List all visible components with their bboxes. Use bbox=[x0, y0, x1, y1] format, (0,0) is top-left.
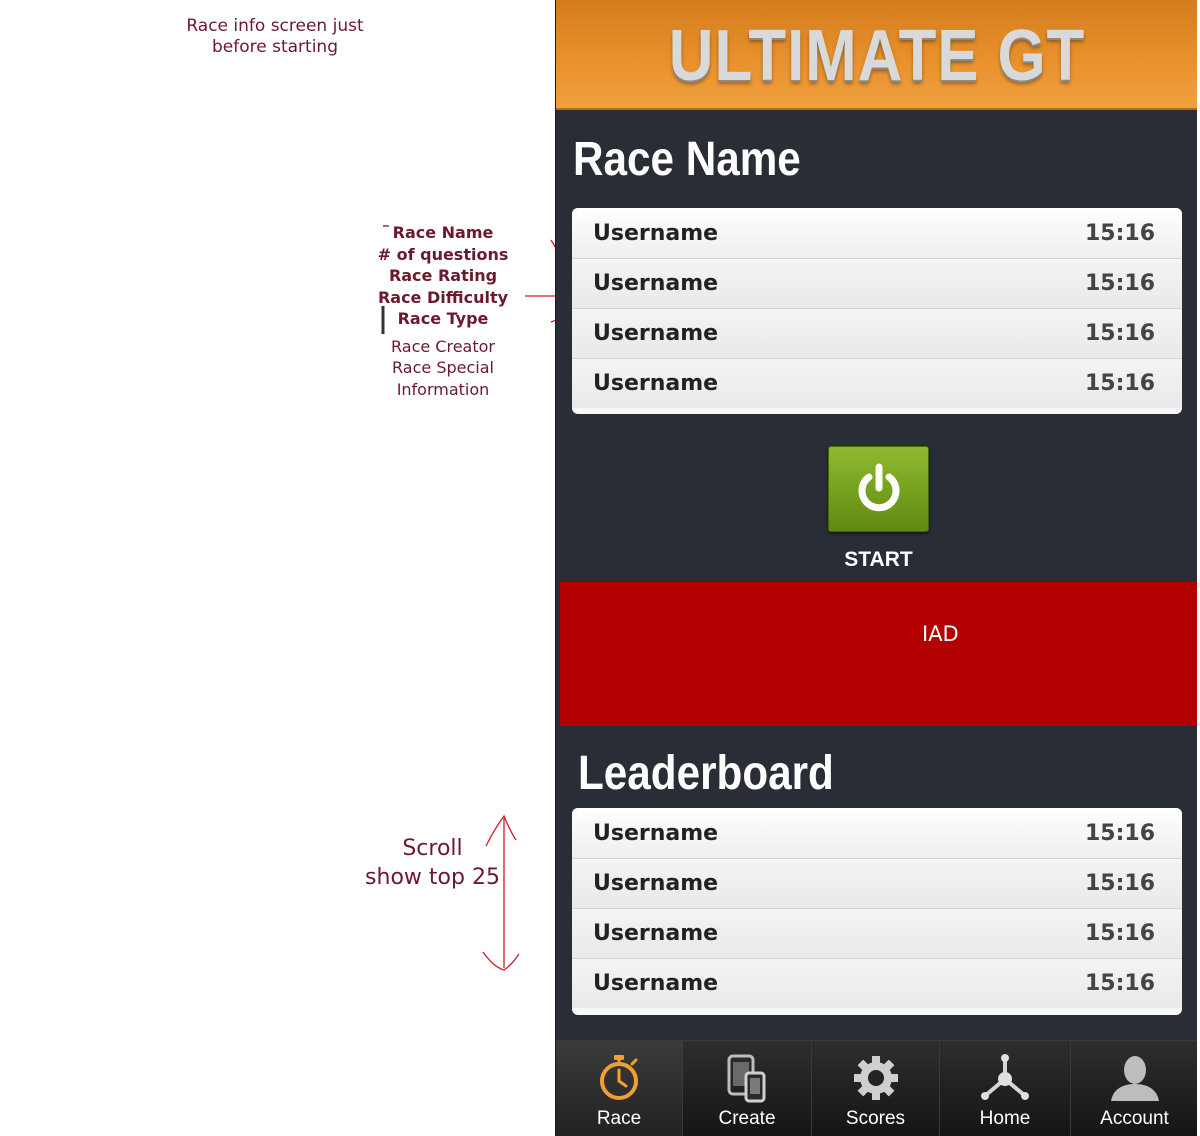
annotation-field: Race Creator bbox=[391, 336, 495, 356]
username-label: Username bbox=[593, 971, 719, 996]
gear-icon bbox=[853, 1056, 898, 1100]
tab-label: Scores bbox=[845, 1108, 906, 1129]
annotation-line: before starting bbox=[212, 37, 338, 57]
ad-label: IAD bbox=[922, 622, 959, 646]
annotation-field: # of questions bbox=[377, 244, 509, 264]
leaderboard-list[interactable]: Username 15:16 Username 15:16 Username 1… bbox=[572, 808, 1182, 1015]
annotation-field: Race Rating bbox=[388, 266, 498, 285]
annotation-field: Information bbox=[396, 379, 490, 399]
race-info-list: Username 15:16 Username 15:16 Username 1… bbox=[572, 208, 1182, 414]
tab-scores[interactable]: Scores bbox=[811, 1041, 939, 1136]
tab-race[interactable]: Race bbox=[556, 1041, 682, 1136]
leaderboard-title: Leaderboard bbox=[578, 747, 834, 800]
tab-label: Account bbox=[1100, 1108, 1169, 1129]
username-label: Username bbox=[593, 921, 719, 946]
username-label: Username bbox=[593, 871, 719, 896]
ad-banner[interactable]: IAD bbox=[560, 582, 1197, 726]
annotation-line: Race info screen just bbox=[186, 16, 364, 36]
annotation-field-list: Race Name # of questions Race Rating Rac… bbox=[368, 222, 518, 400]
time-value: 15:16 bbox=[1084, 871, 1155, 896]
tab-label: Create bbox=[718, 1108, 776, 1129]
phone-screen: ULTIMATE GT Race Name Username 15:16 Use… bbox=[555, 0, 1197, 1136]
annotation-field: Race Type bbox=[397, 309, 489, 328]
time-value: 15:16 bbox=[1084, 220, 1155, 246]
bottom-tab-bar: Race Create Scores Home Account bbox=[556, 1040, 1197, 1136]
devices-icon bbox=[727, 1054, 766, 1103]
table-row[interactable]: Username 15:16 bbox=[572, 858, 1182, 908]
list-item[interactable]: Username 15:16 bbox=[572, 258, 1182, 308]
app-header: ULTIMATE GT bbox=[556, 0, 1197, 110]
annotation-screen-note: Race info screen just before starting bbox=[150, 16, 400, 58]
annotation-field: Race Special bbox=[392, 358, 494, 377]
tab-label: Home bbox=[979, 1108, 1031, 1129]
username-label: Username bbox=[593, 371, 719, 396]
username-label: Username bbox=[593, 321, 719, 346]
time-value: 15:16 bbox=[1084, 271, 1155, 296]
list-item[interactable]: Username 15:16 bbox=[572, 308, 1182, 358]
tab-account[interactable]: Account bbox=[1070, 1041, 1197, 1136]
time-value: 15:16 bbox=[1084, 921, 1155, 946]
time-value: 15:16 bbox=[1084, 321, 1155, 346]
start-button[interactable] bbox=[828, 446, 929, 532]
user-icon bbox=[1110, 1056, 1159, 1101]
time-value: 15:16 bbox=[1084, 971, 1155, 996]
tab-home[interactable]: Home bbox=[939, 1041, 1070, 1136]
list-item[interactable]: Username 15:16 bbox=[572, 208, 1182, 258]
list-item[interactable]: Username 15:16 bbox=[572, 358, 1182, 408]
time-value: 15:16 bbox=[1084, 371, 1155, 396]
hub-icon bbox=[981, 1054, 1029, 1100]
table-row[interactable]: Username 15:16 bbox=[572, 808, 1182, 858]
annotation-field: Race Difficulty bbox=[377, 287, 509, 307]
race-name-title: Race Name bbox=[573, 133, 801, 186]
app-title: ULTIMATE GT bbox=[668, 16, 1086, 96]
username-label: Username bbox=[593, 220, 719, 246]
annotation-scroll-note: Scroll show top 25 bbox=[350, 834, 515, 892]
power-icon bbox=[858, 463, 900, 512]
table-row[interactable]: Username 15:16 bbox=[572, 958, 1182, 1008]
tab-label: Race bbox=[596, 1108, 642, 1129]
time-value: 15:16 bbox=[1084, 820, 1155, 846]
annotation-line: Scroll bbox=[402, 836, 463, 861]
tab-create[interactable]: Create bbox=[682, 1041, 811, 1136]
username-label: Username bbox=[593, 820, 719, 846]
stopwatch-icon bbox=[600, 1055, 638, 1100]
start-label: START bbox=[844, 548, 913, 571]
annotation-field: Race Name bbox=[392, 223, 494, 242]
username-label: Username bbox=[593, 271, 719, 296]
table-row[interactable]: Username 15:16 bbox=[572, 908, 1182, 958]
annotation-line: show top 25 bbox=[365, 865, 500, 890]
scroll-arrow-head-bottom bbox=[482, 951, 520, 971]
